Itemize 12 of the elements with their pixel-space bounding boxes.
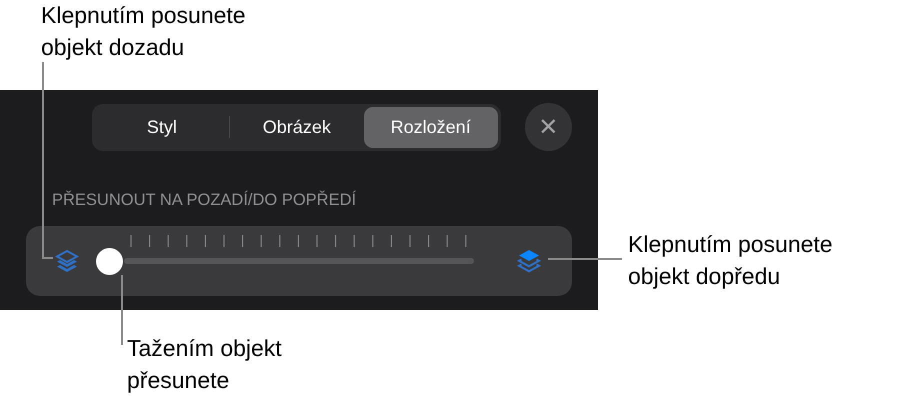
- callout-text: Klepnutím posunete objekt dopředu: [628, 230, 833, 291]
- callout-text: Klepnutím posunete objekt dozadu: [41, 1, 246, 62]
- section-label: PŘESUNOUT NA POZADÍ/DO POPŘEDÍ: [52, 191, 358, 210]
- leader-line: [121, 275, 123, 345]
- layers-front-icon[interactable]: [516, 248, 542, 274]
- segment-tab[interactable]: Rozložení: [364, 106, 498, 148]
- segment-tab[interactable]: Styl: [95, 106, 229, 148]
- slider-thumb[interactable]: [96, 248, 123, 274]
- close-button[interactable]: ✕: [524, 103, 572, 151]
- layers-back-icon[interactable]: [54, 248, 80, 274]
- callout-text: Tažením objekt přesunete: [127, 334, 282, 395]
- segment-tab[interactable]: Obrázek: [230, 106, 364, 148]
